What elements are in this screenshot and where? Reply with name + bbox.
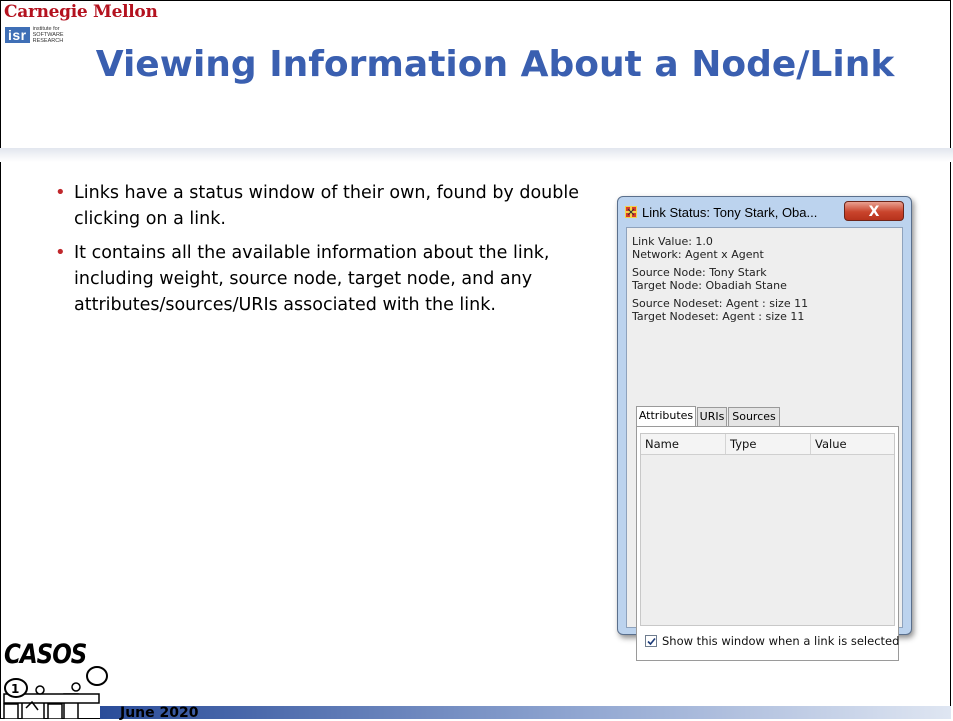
source-nodeset-text: Source Nodeset: Agent : size 11 (632, 297, 809, 310)
footer-bar (100, 706, 951, 719)
bullet-text: It contains all the available informatio… (74, 243, 550, 315)
dialog-titlebar[interactable]: Link Status: Tony Stark, Oba... X (618, 197, 911, 225)
attributes-panel: Name Type Value Show this window when a … (636, 426, 899, 661)
bullet-item: • Links have a status window of their own… (55, 180, 600, 232)
attributes-table[interactable]: Name Type Value (640, 433, 895, 626)
bullet-item: • It contains all the available informati… (55, 240, 600, 318)
source-node-text: Source Node: Tony Stark (632, 266, 767, 279)
show-window-label: Show this window when a link is selected (662, 634, 900, 648)
show-window-option[interactable]: Show this window when a link is selected (645, 634, 899, 648)
table-header: Name Type Value (641, 434, 894, 455)
dialog-title: Link Status: Tony Stark, Oba... (642, 205, 818, 220)
isr-logo-mark: isr (5, 27, 30, 43)
column-header-name[interactable]: Name (641, 434, 726, 454)
show-window-checkbox[interactable] (645, 635, 657, 647)
network-app-icon (625, 206, 637, 218)
target-nodeset-text: Target Nodeset: Agent : size 11 (632, 310, 805, 323)
tab-uris[interactable]: URIs (697, 407, 727, 426)
bullet-text: Links have a status window of their own,… (74, 183, 579, 229)
slide-title: Viewing Information About a Node/Link (95, 44, 895, 85)
link-status-dialog: Link Status: Tony Stark, Oba... X Link V… (617, 196, 912, 661)
close-button[interactable]: X (844, 201, 904, 221)
isr-logo-text: institute for SOFTWARE RESEARCH (32, 26, 64, 44)
header-divider (0, 148, 953, 162)
cmu-logo: Carnegie Mellon (4, 2, 158, 22)
tab-attributes[interactable]: Attributes (636, 406, 696, 427)
bullet-list: • Links have a status window of their own… (55, 180, 600, 326)
footer-date: June 2020 (120, 705, 199, 721)
link-value-text: Link Value: 1.0 (632, 235, 713, 248)
column-header-type[interactable]: Type (726, 434, 811, 454)
isr-logo: isr institute for SOFTWARE RESEARCH (5, 26, 73, 44)
casos-logo-graphic: 1 (3, 666, 108, 719)
network-text: Network: Agent x Agent (632, 248, 764, 261)
bullet-dot-icon: • (55, 242, 66, 263)
column-header-value[interactable]: Value (811, 434, 894, 454)
target-node-text: Target Node: Obadiah Stane (632, 279, 787, 292)
dialog-body: Link Value: 1.0 Network: Agent x Agent S… (626, 227, 903, 661)
checkmark-icon (647, 637, 656, 646)
tab-sources[interactable]: Sources (728, 407, 780, 426)
svg-text:1: 1 (11, 682, 19, 696)
bullet-dot-icon: • (55, 182, 66, 203)
